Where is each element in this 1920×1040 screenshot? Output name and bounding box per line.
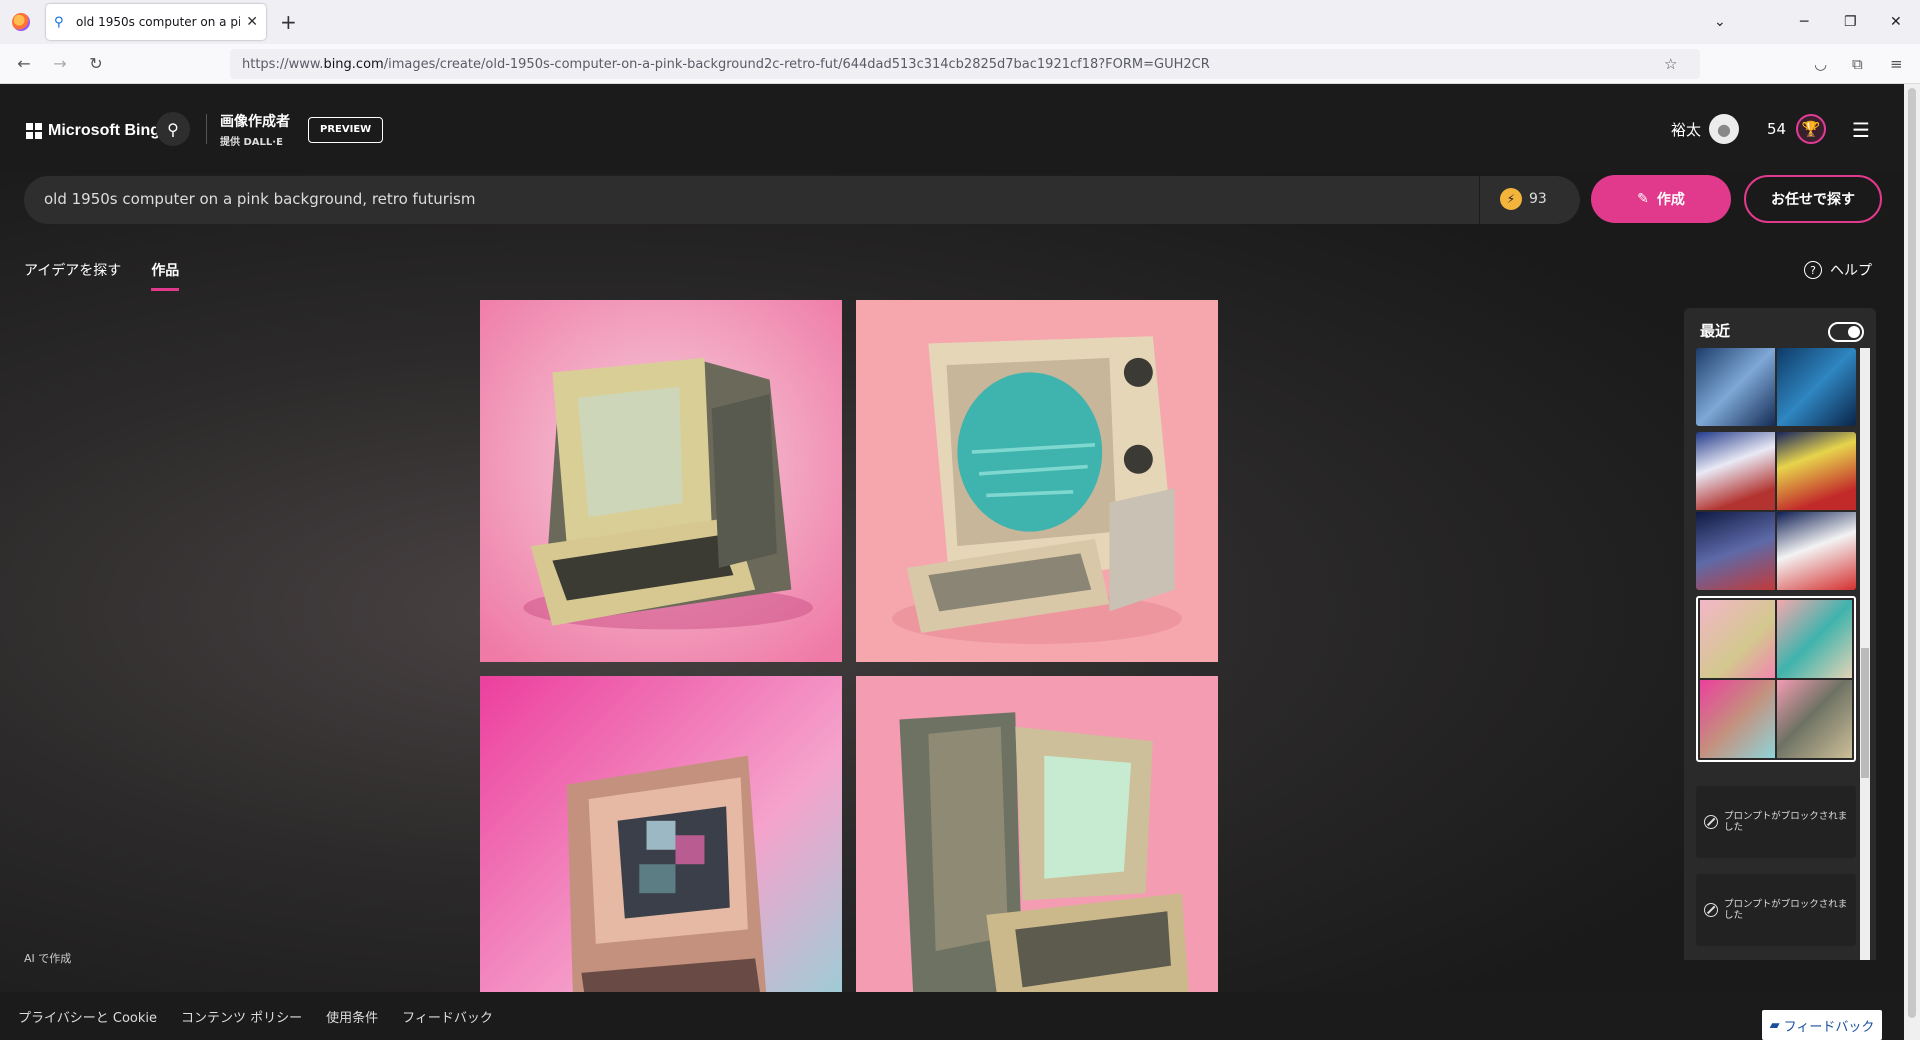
prompt-text[interactable]: old 1950s computer on a pink background,… <box>44 190 475 208</box>
surprise-label: お任せで探す <box>1771 192 1855 208</box>
pocket-icon[interactable]: ◡ <box>1814 44 1827 84</box>
recent-thumbnail-group[interactable] <box>1696 348 1856 426</box>
bolt-icon: ⚡ <box>1500 188 1522 210</box>
back-icon[interactable]: ← <box>10 54 38 73</box>
url-host: bing.com <box>323 56 384 72</box>
blocked-icon <box>1704 815 1718 829</box>
footer-link-privacy[interactable]: プライバシーと Cookie <box>18 1007 157 1026</box>
creator-subtitle: 提供 DALL·E <box>220 137 283 148</box>
brush-icon: ✎ <box>1637 191 1649 207</box>
help-icon: ? <box>1804 261 1822 279</box>
search-icon: ⚲ <box>167 119 179 139</box>
browser-tab[interactable]: ⚲ old 1950s computer on a pink b ✕ <box>46 4 266 40</box>
bing-logo[interactable]: Microsoft Bing <box>26 122 160 140</box>
recent-title: 最近 <box>1700 322 1731 340</box>
restore-button[interactable]: ❐ <box>1844 0 1857 44</box>
generated-image[interactable] <box>856 300 1218 662</box>
recent-panel: 最近 プロンプトがブロックされました プロンプトがブロックされました <box>1684 308 1876 960</box>
user-name: 裕太 <box>1671 120 1702 139</box>
user-account[interactable]: 裕太 ● <box>1671 114 1740 144</box>
search-button[interactable]: ⚲ <box>156 112 190 146</box>
footer-link-terms[interactable]: 使用条件 <box>326 1007 378 1026</box>
tab-creations[interactable]: 作品 <box>151 260 180 291</box>
footer-link-feedback[interactable]: フィードバック <box>402 1007 493 1026</box>
create-label: 作成 <box>1656 192 1685 208</box>
blocked-text: プロンプトがブロックされました <box>1724 899 1848 921</box>
address-bar[interactable]: https://www. bing.com/images/create/old-1… <box>230 49 1700 79</box>
generated-image[interactable] <box>480 300 842 662</box>
feedback-label: フィードバック <box>1783 1019 1875 1035</box>
bookmark-star-icon[interactable]: ☆ <box>1664 44 1677 84</box>
made-with-ai-label: AI で作成 <box>24 952 72 965</box>
search-icon: ⚲ <box>54 14 64 30</box>
generated-image[interactable] <box>480 676 842 1038</box>
app-menu-icon[interactable]: ≡ <box>1890 44 1903 84</box>
footer-link-content-policy[interactable]: コンテンツ ポリシー <box>181 1007 302 1026</box>
prompt-divider <box>1479 176 1480 224</box>
header-divider <box>206 114 207 144</box>
footer: プライバシーと Cookie コンテンツ ポリシー 使用条件 フィードバック <box>0 992 1904 1040</box>
help-link[interactable]: ? ヘルプ <box>1804 260 1872 280</box>
image-creator-title: 画像作成者 提供 DALL·E <box>220 111 290 148</box>
avatar[interactable]: ● <box>1709 114 1740 144</box>
prompt-input[interactable]: old 1950s computer on a pink background,… <box>24 176 1580 224</box>
surprise-me-button[interactable]: お任せで探す <box>1744 175 1882 223</box>
blocked-prompt-item[interactable]: プロンプトがブロックされました <box>1696 874 1856 946</box>
trophy-icon: 🏆 <box>1796 114 1827 144</box>
blocked-text: プロンプトがブロックされました <box>1724 811 1848 833</box>
bing-image-creator-page: Microsoft Bing ⚲ 画像作成者 提供 DALL·E PREVIEW… <box>0 84 1904 1040</box>
close-tab-icon[interactable]: ✕ <box>246 14 258 30</box>
recent-thumbnail-group-selected[interactable] <box>1696 596 1856 762</box>
navigation-bar: ← → ↻ https://www. bing.com/images/create… <box>0 44 1920 84</box>
header: Microsoft Bing ⚲ 画像作成者 提供 DALL·E PREVIEW… <box>0 84 1904 174</box>
feedback-button[interactable]: ▰ フィードバック <box>1762 1010 1882 1040</box>
url-path: /images/create/old-1950s-computer-on-a-p… <box>383 56 1210 72</box>
blocked-icon <box>1704 903 1718 917</box>
logo-text: Microsoft Bing <box>48 122 160 139</box>
recent-toggle[interactable] <box>1828 322 1864 342</box>
browser-tab-bar: ⚲ old 1950s computer on a pink b ✕ + ⌄ ─… <box>0 0 1920 44</box>
minimize-button[interactable]: ─ <box>1800 0 1808 44</box>
firefox-icon <box>12 13 30 31</box>
feedback-icon: ▰ <box>1769 1017 1780 1033</box>
tab-title: old 1950s computer on a pink b <box>76 15 241 29</box>
recent-thumbnail-group[interactable] <box>1696 432 1856 590</box>
reward-points: 54 <box>1767 120 1787 138</box>
microsoft-logo-icon <box>26 123 42 139</box>
tab-explore-ideas[interactable]: アイデアを探す <box>24 260 121 291</box>
blocked-prompt-item[interactable]: プロンプトがブロックされました <box>1696 786 1856 858</box>
page-scrollbar[interactable] <box>1904 84 1920 1040</box>
help-label: ヘルプ <box>1830 263 1872 279</box>
preview-badge: PREVIEW <box>308 117 384 143</box>
boost-counter: ⚡ 93 <box>1500 188 1547 210</box>
page-tabs: アイデアを探す 作品 <box>24 260 209 291</box>
url-prefix: https://www. <box>242 56 324 72</box>
recent-scrollbar[interactable] <box>1860 348 1870 960</box>
hamburger-menu-icon[interactable]: ☰ <box>1852 118 1870 142</box>
recent-thumbnails: プロンプトがブロックされました プロンプトがブロックされました <box>1696 348 1856 960</box>
rewards[interactable]: 54 🏆 <box>1767 114 1827 144</box>
forward-icon[interactable]: → <box>46 54 74 73</box>
reload-icon[interactable]: ↻ <box>82 54 110 73</box>
extensions-icon[interactable]: ⧉ <box>1852 44 1863 84</box>
create-button[interactable]: ✎ 作成 <box>1591 175 1731 223</box>
generated-image[interactable] <box>856 676 1218 1038</box>
generated-images-grid <box>480 300 1218 1038</box>
tab-list-icon[interactable]: ⌄ <box>1714 0 1726 44</box>
boost-count: 93 <box>1529 191 1547 207</box>
close-window-button[interactable]: ✕ <box>1890 0 1902 44</box>
new-tab-button[interactable]: + <box>280 10 297 34</box>
creator-title: 画像作成者 <box>220 114 290 130</box>
